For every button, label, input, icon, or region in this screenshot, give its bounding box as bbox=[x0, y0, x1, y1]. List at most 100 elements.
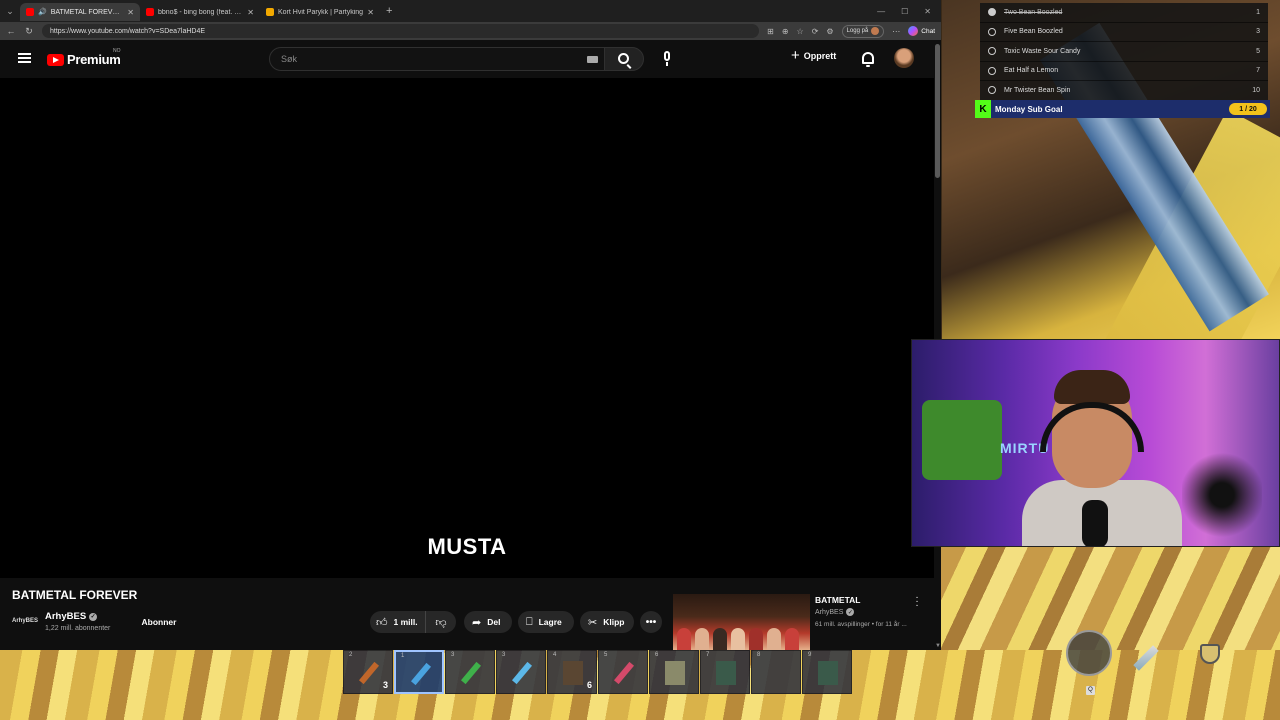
tab-bing-bong[interactable]: bbno$ - bing bong (feat. VNLLA) ✕ bbox=[140, 3, 260, 21]
partyking-favicon-icon bbox=[266, 8, 274, 16]
tab-bar: ⌄ 🔊 BATMETAL FOREVER - YouTube ✕ bbno$ -… bbox=[0, 0, 941, 22]
tab-batmetal[interactable]: 🔊 BATMETAL FOREVER - YouTube ✕ bbox=[20, 3, 140, 21]
hotbar-slot[interactable]: 46 bbox=[547, 650, 597, 694]
zoom-icon[interactable]: ⊕ bbox=[782, 27, 789, 36]
reload-icon[interactable]: ↻ bbox=[24, 26, 34, 37]
hotbar-slot-number: 6 bbox=[655, 652, 659, 658]
apps-grid-icon[interactable]: ⊞ bbox=[767, 27, 774, 36]
close-window-icon[interactable]: ✕ bbox=[924, 7, 931, 16]
close-icon[interactable]: ✕ bbox=[247, 8, 254, 17]
diamond-sword-icon bbox=[410, 662, 432, 686]
share-button[interactable]: ➦ Del bbox=[464, 611, 512, 633]
hotbar-slot[interactable]: 3 bbox=[496, 650, 546, 694]
new-tab-plus-icon[interactable]: + bbox=[386, 5, 392, 17]
hotbar-slot-number: 3 bbox=[502, 652, 506, 658]
subscribe-button[interactable]: Abonner bbox=[132, 612, 186, 632]
goal-count: 10 bbox=[1252, 86, 1260, 94]
window-controls: — ☐ ✕ bbox=[877, 7, 941, 16]
goal-status-icon bbox=[988, 27, 996, 36]
shield-ability-icon[interactable] bbox=[1200, 644, 1220, 664]
dislike-button[interactable]: 👎︎ bbox=[426, 611, 456, 633]
hotbar-slot-number: 8 bbox=[757, 652, 761, 658]
hotbar-slot[interactable]: 6 bbox=[649, 650, 699, 694]
maximize-icon[interactable]: ☐ bbox=[901, 7, 908, 16]
search-input[interactable]: Søk bbox=[269, 47, 605, 71]
refresh-icon[interactable]: ⟳ bbox=[812, 27, 819, 36]
voice-search-button[interactable] bbox=[657, 49, 677, 69]
hotbar-slot-number: 2 bbox=[349, 652, 353, 658]
recommended-video-thumbnail[interactable] bbox=[673, 594, 810, 650]
channel-name-link[interactable]: ArhyBES ✓ bbox=[45, 611, 98, 622]
tab-partyking[interactable]: Kort Hvit Parykk | Partyking ✕ bbox=[260, 3, 380, 21]
url-field[interactable]: https://www.youtube.com/watch?v=SDea7laH… bbox=[42, 24, 760, 38]
hotbar-slot[interactable]: 9 bbox=[802, 650, 852, 694]
torch-icon bbox=[358, 661, 380, 685]
chat-label: Chat bbox=[921, 27, 935, 35]
recommended-channel[interactable]: ArhyBES ✓ bbox=[815, 608, 855, 616]
microphone-stand bbox=[666, 62, 668, 66]
speaker-icon[interactable]: 🔊 bbox=[38, 8, 47, 16]
moss-block-icon bbox=[818, 661, 838, 685]
compass-ability[interactable] bbox=[1066, 630, 1112, 676]
goal-item: Toxic Waste Sour Candy 5 bbox=[980, 42, 1268, 62]
hotbar-slot[interactable]: 3 bbox=[445, 650, 495, 694]
streamer-webcam: MIRTU bbox=[911, 339, 1280, 547]
close-icon[interactable]: ✕ bbox=[367, 8, 374, 17]
create-button[interactable]: + Opprett bbox=[791, 48, 837, 63]
star-icon[interactable]: ☆ bbox=[797, 27, 804, 36]
user-avatar[interactable] bbox=[894, 48, 914, 68]
microphone-icon bbox=[664, 51, 670, 61]
block-icon bbox=[563, 661, 583, 685]
hamburger-menu-icon[interactable] bbox=[18, 53, 31, 63]
like-count: 1 mill. bbox=[393, 617, 418, 627]
channel-avatar[interactable]: ArhyBES bbox=[12, 614, 38, 628]
goal-status-icon bbox=[988, 8, 996, 17]
crowd-figure bbox=[785, 628, 799, 650]
recommended-channel-name: ArhyBES bbox=[815, 608, 844, 616]
like-button[interactable]: 👍︎ 1 mill. bbox=[370, 611, 426, 633]
like-dislike-group: 👍︎ 1 mill. 👎︎ bbox=[370, 611, 456, 633]
hotbar-slot-number: 9 bbox=[808, 652, 812, 658]
address-bar: ← ↻ https://www.youtube.com/watch?v=SDea… bbox=[0, 22, 941, 40]
search-button[interactable] bbox=[604, 47, 644, 71]
hotbar-slot[interactable]: 5 bbox=[598, 650, 648, 694]
video-subtitle: MUSTA bbox=[427, 534, 507, 559]
tab-search-icon[interactable]: ⌄ bbox=[0, 0, 20, 22]
crowd-figure bbox=[731, 628, 745, 650]
goal-count: 1 bbox=[1256, 8, 1260, 16]
back-arrow-icon[interactable]: ← bbox=[6, 26, 16, 36]
streamer-hair bbox=[1054, 370, 1130, 404]
youtube-premium-logo[interactable]: Premium NO bbox=[47, 48, 121, 67]
hotbar-slot[interactable]: 23 bbox=[343, 650, 393, 694]
recommended-video-title[interactable]: BATMETAL bbox=[815, 595, 860, 605]
create-label: Opprett bbox=[803, 51, 837, 61]
hotbar-item-count: 3 bbox=[382, 680, 388, 690]
logo-text: Premium bbox=[67, 52, 121, 67]
minimize-icon[interactable]: — bbox=[877, 7, 885, 16]
hotbar-slot[interactable]: 1 bbox=[394, 650, 444, 694]
login-button[interactable]: Logg på bbox=[841, 24, 885, 38]
hotbar-slot[interactable]: 8 bbox=[751, 650, 801, 694]
crowd-figure bbox=[713, 628, 727, 650]
extensions-icon[interactable]: ⚙ bbox=[826, 27, 833, 36]
hotbar-slot[interactable]: 7 bbox=[700, 650, 750, 694]
scroll-down-arrow-icon[interactable]: ▼ bbox=[935, 643, 941, 649]
notifications-bell-icon[interactable] bbox=[862, 52, 874, 67]
diamond-pickaxe-icon bbox=[511, 661, 533, 685]
copilot-chat-button[interactable]: Chat bbox=[908, 26, 935, 36]
scrollbar-thumb[interactable] bbox=[935, 44, 940, 178]
save-button[interactable]: ⎕ Lagre bbox=[518, 611, 574, 633]
more-options-icon[interactable]: ⋯ bbox=[892, 27, 900, 36]
hotbar-slot-number: 1 bbox=[401, 653, 405, 659]
video-player[interactable]: MUSTA bbox=[0, 78, 934, 578]
kebab-menu-icon[interactable]: · · · bbox=[914, 593, 920, 611]
tab-title: bbno$ - bing bong (feat. VNLLA) bbox=[158, 8, 243, 16]
more-actions-button[interactable]: ••• bbox=[640, 611, 662, 633]
moss-block-icon bbox=[716, 661, 736, 685]
goal-count: 3 bbox=[1256, 28, 1260, 36]
clip-button[interactable]: ✂ Klipp bbox=[580, 611, 634, 633]
youtube-play-icon bbox=[47, 53, 64, 66]
keyboard-icon[interactable] bbox=[587, 56, 598, 63]
share-label: Del bbox=[487, 617, 501, 627]
close-icon[interactable]: ✕ bbox=[127, 8, 134, 17]
